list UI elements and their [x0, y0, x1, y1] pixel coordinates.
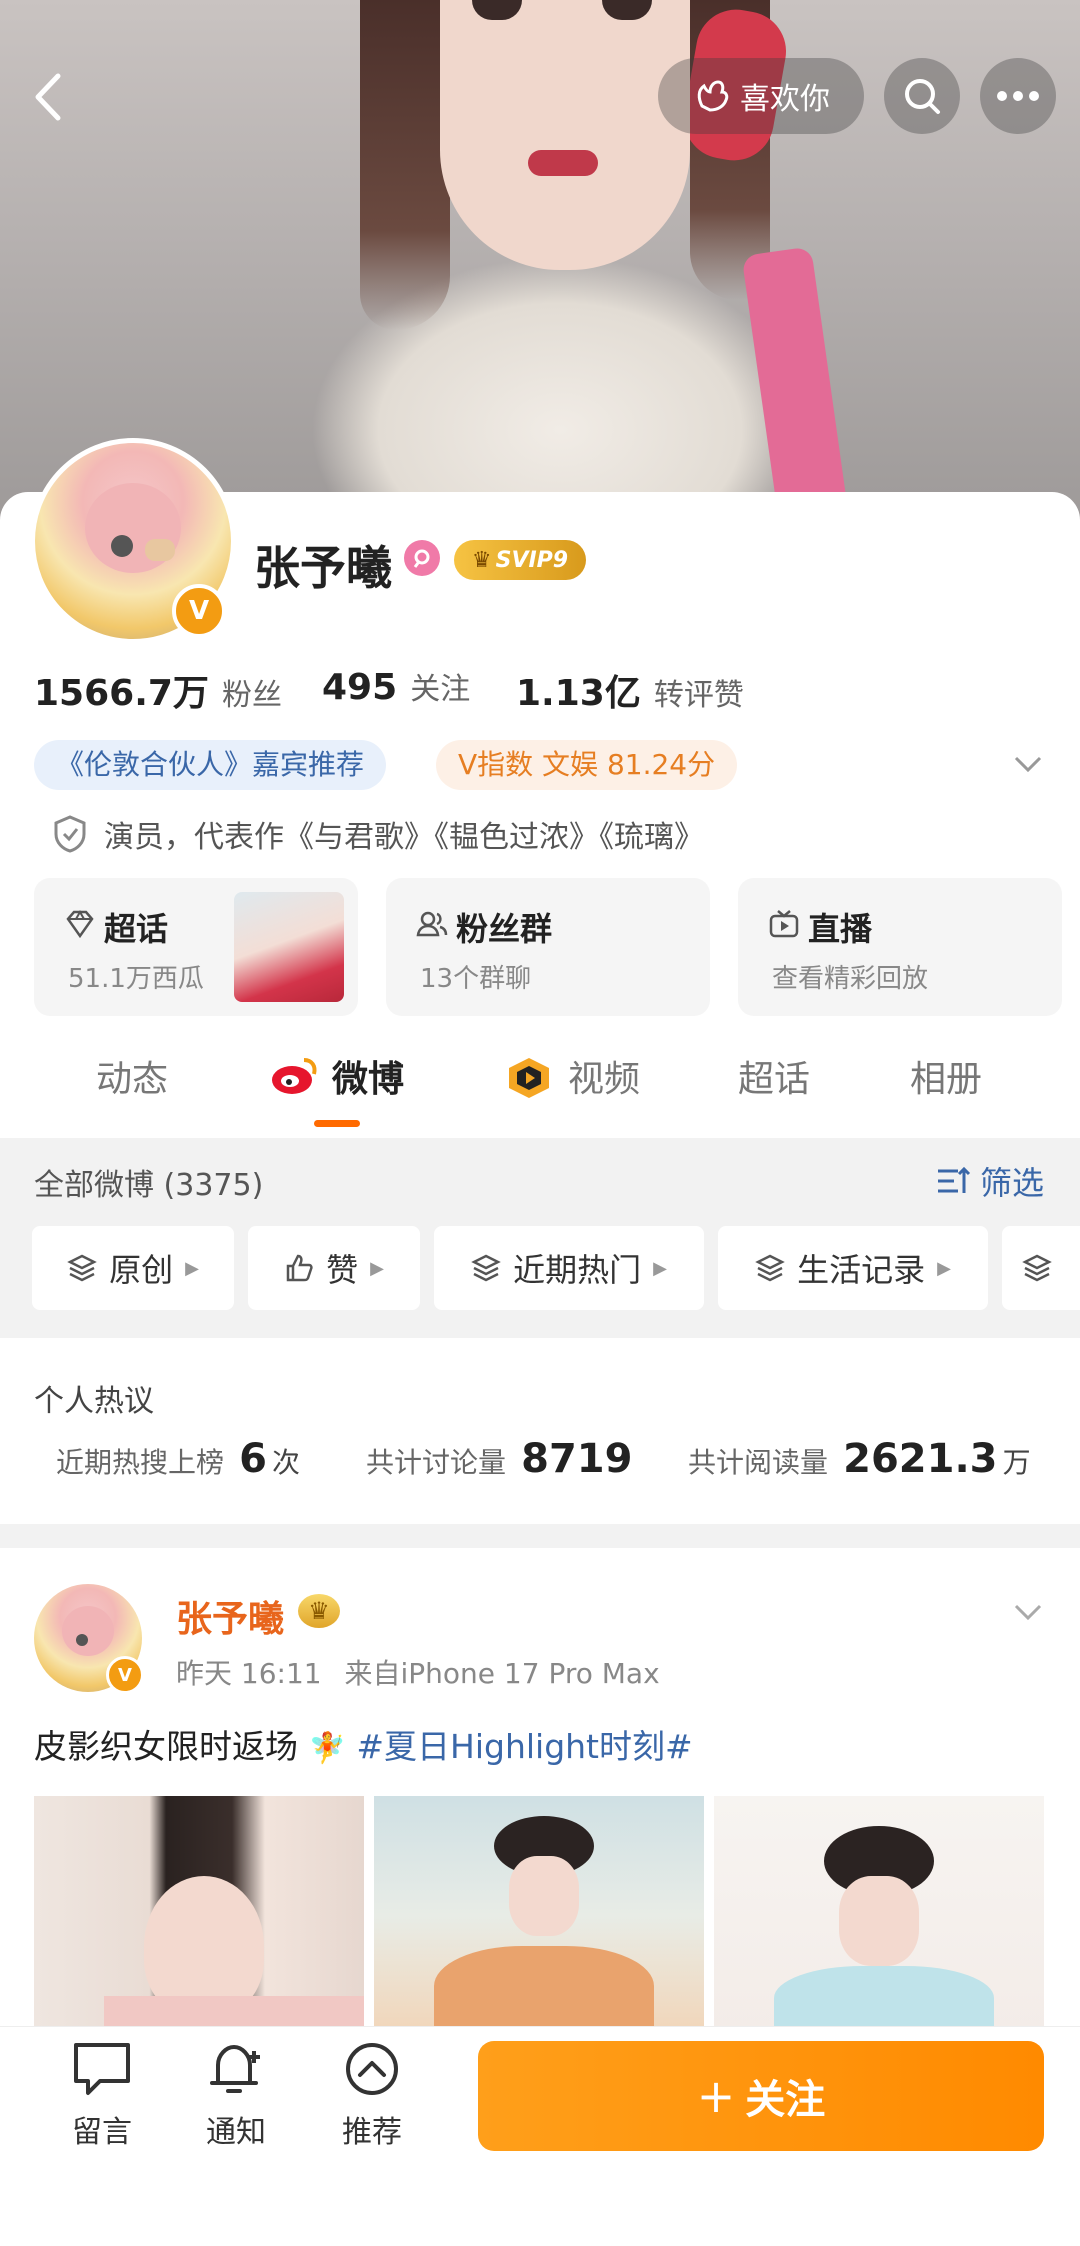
layers-icon: [471, 1254, 501, 1282]
chevron-down-icon: [1014, 1604, 1042, 1621]
fairy-emoji-icon: 🧚: [308, 1731, 346, 1766]
like-you-button[interactable]: 喜欢你: [658, 58, 864, 134]
crown-icon: ♛: [471, 547, 492, 573]
post-menu-button[interactable]: [1010, 1594, 1046, 1634]
chevron-down-icon: [1014, 756, 1042, 773]
chip-recent-hot[interactable]: 近期热门 ▶: [434, 1226, 704, 1310]
filter-button[interactable]: 筛选: [936, 1158, 1044, 1204]
message-icon: [74, 2043, 130, 2095]
weibo-logo-icon: [270, 1054, 320, 1100]
shield-icon: [52, 814, 88, 858]
v-index-tag[interactable]: V指数 文娱 81.24分: [436, 740, 738, 790]
tab-weibo[interactable]: 微博: [332, 1050, 404, 1102]
hot-item-discussion: 共计讨论量 8719: [366, 1436, 633, 1482]
notify-button[interactable]: 通知: [186, 2039, 286, 2151]
layers-icon: [755, 1254, 785, 1282]
post-hashtag[interactable]: #夏日Highlight时刻#: [356, 1727, 692, 1766]
post-crown-icon: ♛: [298, 1594, 340, 1628]
plus-icon: +: [696, 2069, 736, 2123]
verified-badge-icon: V: [172, 584, 226, 638]
feature-fan-group[interactable]: 粉丝群 13个群聊: [386, 878, 710, 1016]
post-image-1[interactable]: [34, 1796, 364, 2036]
expand-profile-button[interactable]: [1010, 746, 1046, 786]
profile-name: 张予曦: [254, 541, 392, 595]
more-dots-icon: [997, 91, 1039, 101]
post-author[interactable]: 张予曦: [176, 1590, 284, 1642]
caret-right-icon: ▶: [653, 1257, 667, 1279]
chip-life-record[interactable]: 生活记录 ▶: [718, 1226, 988, 1310]
chip-more[interactable]: [1002, 1226, 1080, 1310]
diamond-icon: [66, 909, 94, 939]
hot-item-search: 近期热搜上榜 6 次: [56, 1436, 301, 1482]
supertopic-thumbnail: [234, 892, 344, 1002]
back-button[interactable]: [20, 62, 80, 132]
post-text: 皮影织女限时返场 🧚 #夏日Highlight时刻#: [34, 1727, 693, 1766]
tab-supertopic[interactable]: 超话: [738, 1050, 810, 1102]
layers-icon: [67, 1254, 97, 1282]
recommend-button[interactable]: 推荐: [322, 2039, 422, 2151]
video-icon: [506, 1056, 552, 1104]
bottom-action-bar: 留言 通知 推荐 + 关注: [0, 2026, 1080, 2246]
hand-heart-icon: [697, 80, 729, 112]
hot-item-reads: 共计阅读量 2621.3 万: [688, 1436, 1031, 1482]
chip-liked[interactable]: 赞 ▶: [248, 1226, 420, 1310]
stat-reposts[interactable]: 1.13亿 转评赞: [516, 664, 744, 716]
search-button[interactable]: [884, 58, 960, 134]
like-you-label: 喜欢你: [740, 82, 830, 117]
bell-icon: [210, 2044, 260, 2093]
tab-active-underline: [314, 1120, 360, 1127]
caret-right-icon: ▶: [370, 1257, 384, 1279]
follow-button[interactable]: + 关注: [478, 2041, 1044, 2151]
svip-label: SVIP9: [495, 547, 569, 573]
section-separator: [0, 1524, 1080, 1548]
verified-info: 演员，代表作《与君歌》《韫色过浓》《琉璃》: [104, 820, 704, 855]
post-image-3[interactable]: [714, 1796, 1044, 2036]
recommend-icon: [346, 2043, 398, 2095]
svip-badge[interactable]: ♛ SVIP9: [454, 540, 586, 580]
tv-icon: [769, 910, 799, 938]
stat-fans[interactable]: 1566.7万 粉丝: [34, 664, 282, 716]
hot-discussion-title: 个人热议: [34, 1384, 154, 1419]
guest-recommend-tag[interactable]: 《伦敦合伙人》嘉宾推荐: [34, 740, 387, 790]
live-magnifier-icon: [404, 540, 440, 576]
post-meta: 昨天 16:11 来自iPhone 17 Pro Max: [176, 1657, 660, 1690]
message-button[interactable]: 留言: [52, 2039, 152, 2151]
group-icon: [416, 911, 448, 937]
layers-icon: [1022, 1254, 1052, 1282]
filter-icon: [938, 1166, 971, 1193]
feature-supertopic[interactable]: 超话 51.1万西瓜: [34, 878, 358, 1016]
more-button[interactable]: [980, 58, 1056, 134]
search-icon: [905, 79, 940, 114]
hot-discussion[interactable]: 个人热议 近期热搜上榜 6 次 共计讨论量 8719 共计阅读量 2621.3 …: [0, 1338, 1080, 1524]
filter-bar: 全部微博 (3375) 筛选 原创 ▶ 赞 ▶ 近期热门 ▶ 生活记录 ▶: [0, 1138, 1080, 1338]
tab-video[interactable]: 视频: [568, 1050, 640, 1102]
all-weibo-count[interactable]: 全部微博 (3375): [34, 1160, 263, 1204]
chip-original[interactable]: 原创 ▶: [32, 1226, 234, 1310]
feature-live[interactable]: 直播 查看精彩回放: [738, 878, 1062, 1016]
caret-right-icon: ▶: [185, 1257, 199, 1279]
tab-dynamic[interactable]: 动态: [96, 1050, 168, 1102]
post-verified-badge-icon: V: [106, 1656, 144, 1694]
tab-album[interactable]: 相册: [910, 1050, 982, 1102]
caret-right-icon: ▶: [937, 1257, 951, 1279]
thumbs-up-icon: [286, 1254, 313, 1282]
post-image-2[interactable]: [374, 1796, 704, 2036]
stat-following[interactable]: 495 关注: [322, 664, 470, 708]
chevron-left-icon: [35, 73, 61, 121]
